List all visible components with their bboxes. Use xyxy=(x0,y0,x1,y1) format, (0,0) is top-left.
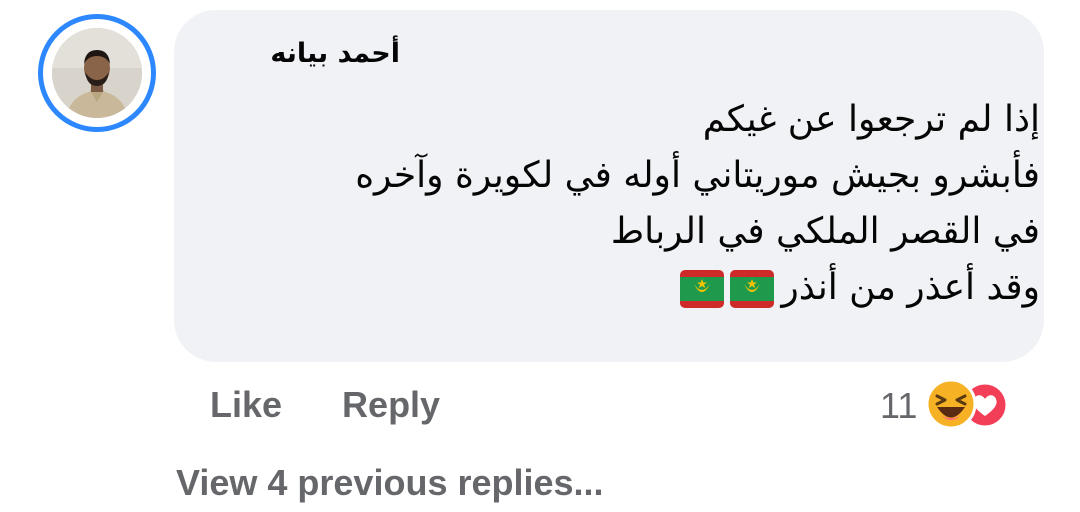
avatar[interactable] xyxy=(38,14,156,132)
reaction-count: 11 xyxy=(880,385,918,426)
flag-emojis xyxy=(679,269,775,309)
comment-author[interactable]: أحمد بيانه xyxy=(270,38,400,69)
like-button[interactable]: Like xyxy=(210,384,282,426)
comment-actions: Like Reply xyxy=(210,384,440,426)
reply-button[interactable]: Reply xyxy=(342,384,440,426)
comment-line: إذا لم ترجعوا عن غيكم xyxy=(702,99,1040,140)
comment-line-with-flags: وقد أعذر من أنذر xyxy=(240,260,1040,316)
mauritania-flag-icon xyxy=(680,270,725,308)
mauritania-flag-icon xyxy=(730,270,775,308)
reaction-summary[interactable]: 11 xyxy=(880,378,1025,434)
comment-text: إذا لم ترجعوا عن غيكم فأبشرو بجيش موريتا… xyxy=(240,92,1040,316)
comment-line: فأبشرو بجيش موريتاني أوله في لكويرة وآخر… xyxy=(355,155,1040,196)
reaction-icons xyxy=(925,378,1025,434)
comment-line: في القصر الملكي في الرباط xyxy=(610,211,1040,252)
profile-photo xyxy=(52,28,142,118)
view-previous-replies-link[interactable]: View 4 previous replies... xyxy=(176,462,604,504)
comment-thread: أحمد بيانه إذا لم ترجعوا عن غيكم فأبشرو … xyxy=(0,0,1080,512)
haha-icon xyxy=(925,378,977,430)
comment-line: وقد أعذر من أنذر xyxy=(781,267,1040,308)
